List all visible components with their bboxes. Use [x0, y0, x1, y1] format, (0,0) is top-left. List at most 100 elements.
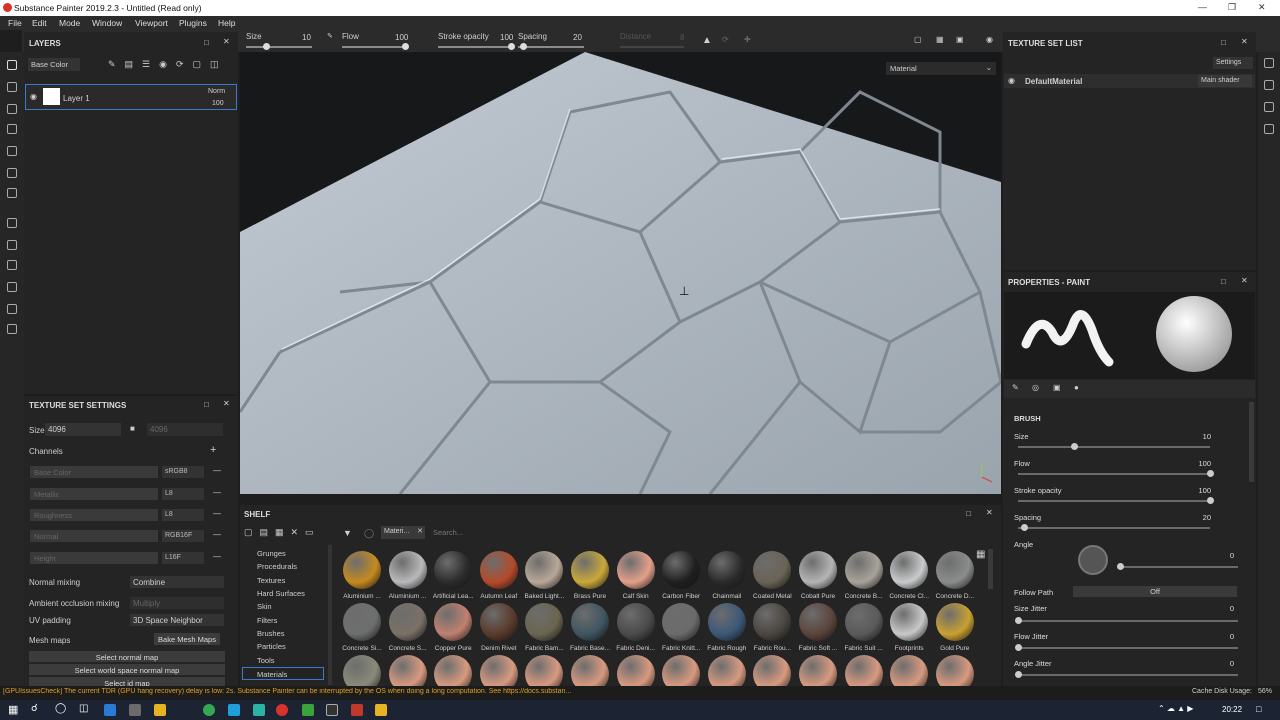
shelf-category-selected[interactable]: Materials	[242, 667, 324, 680]
toolbar-stroke-value[interactable]: 100	[500, 33, 513, 42]
menu-mode[interactable]: Mode	[59, 18, 80, 28]
flow-slider[interactable]	[342, 46, 408, 48]
channel-format[interactable]: sRGB8	[162, 466, 204, 478]
material-thumbnail[interactable]	[844, 603, 883, 641]
material-thumbnail[interactable]	[753, 655, 792, 686]
lazy-mouse-icon[interactable]: ⟳	[722, 35, 729, 44]
channel-format[interactable]: RGB16F	[162, 530, 204, 542]
material-thumbnail[interactable]	[434, 655, 473, 686]
prop-stroke-value[interactable]: 100	[1181, 486, 1211, 495]
material-thumbnail[interactable]	[388, 655, 427, 686]
maximize-icon[interactable]: ❐	[1228, 2, 1236, 13]
size-slider[interactable]	[246, 46, 312, 48]
folder-icon[interactable]	[375, 704, 387, 716]
tray-icons[interactable]: ⌃ ☁ ▲ ▶	[1158, 704, 1193, 713]
prop-stroke-handle[interactable]	[1207, 497, 1214, 504]
prop-spacing-handle[interactable]	[1021, 524, 1028, 531]
channel-format[interactable]: L8	[162, 488, 204, 500]
shelf-category[interactable]: Filters	[257, 616, 277, 625]
prop-flow-jitter-value[interactable]: 0	[1204, 632, 1234, 641]
material-thumbnail[interactable]	[662, 655, 701, 686]
material-thumbnail[interactable]	[799, 655, 837, 686]
export-icon[interactable]	[7, 304, 17, 314]
spacing-slider-handle[interactable]	[520, 43, 527, 50]
material-thumbnail[interactable]	[343, 603, 381, 641]
shelf-close-icon[interactable]: ✕	[986, 508, 993, 517]
stroke-opacity-slider[interactable]	[438, 46, 512, 48]
edge-icon[interactable]	[104, 704, 116, 716]
notifications-icon[interactable]: □	[1256, 704, 1261, 714]
plugin-icon[interactable]	[7, 260, 17, 270]
menu-window[interactable]: Window	[92, 18, 122, 28]
prop-flow-slider[interactable]	[1018, 473, 1210, 475]
shelf-category[interactable]: Procedurals	[257, 562, 297, 571]
visibility-eye-icon[interactable]: ◉	[30, 92, 37, 101]
search-icon[interactable]: ☌	[31, 703, 38, 714]
size-slider-handle[interactable]	[263, 43, 270, 50]
material-thumbnail[interactable]	[662, 551, 701, 589]
props-close-icon[interactable]: ✕	[1241, 276, 1248, 285]
menu-help[interactable]: Help	[218, 18, 235, 28]
add-channel-icon[interactable]: +	[210, 444, 216, 456]
smudge-tool-icon[interactable]	[7, 146, 17, 156]
menu-file[interactable]: File	[8, 18, 22, 28]
tsl-close-icon[interactable]: ✕	[1241, 37, 1248, 46]
material-thumbnail[interactable]	[662, 603, 701, 641]
clone-tool-icon[interactable]	[7, 168, 17, 178]
tab-alpha-icon[interactable]: ◎	[1032, 383, 1039, 392]
material-thumbnail[interactable]	[525, 655, 564, 686]
material-thumbnail[interactable]	[935, 551, 974, 589]
ao-mixing-select[interactable]: Multiply	[130, 597, 224, 609]
layers-float-icon[interactable]: □	[204, 38, 209, 47]
material-thumbnail[interactable]	[571, 655, 609, 686]
prop-flow-value[interactable]: 100	[1181, 459, 1211, 468]
viewport-mode-select[interactable]: Material ⌄	[886, 62, 996, 75]
material-thumbnail[interactable]	[571, 551, 609, 589]
shelf-scrollbar[interactable]	[988, 549, 993, 589]
transform-icon[interactable]: ✚	[744, 35, 751, 44]
brush-icon[interactable]: ✎	[327, 32, 333, 40]
tab-stencil-icon[interactable]: ▣	[1053, 383, 1061, 392]
symmetry-icon[interactable]: ▲	[702, 35, 712, 46]
shelf-float-icon[interactable]: □	[966, 509, 971, 518]
category-scrollbar[interactable]	[328, 545, 332, 685]
color-picker-icon[interactable]	[7, 188, 17, 198]
tab-material-icon[interactable]: ●	[1074, 383, 1079, 392]
remove-channel-icon[interactable]: —	[213, 530, 221, 539]
remove-channel-icon[interactable]: —	[213, 488, 221, 497]
shelf-category[interactable]: Grunges	[257, 549, 286, 558]
shelf-tool-icons[interactable]: ▢▤▦✕▭	[244, 527, 321, 538]
app-icon[interactable]	[351, 704, 363, 716]
explorer-icon[interactable]	[154, 704, 166, 716]
shader-select[interactable]: Main shader	[1198, 75, 1252, 87]
cortana-icon[interactable]: ◯	[55, 703, 66, 714]
remove-channel-icon[interactable]: —	[213, 466, 221, 475]
prop-angle-slider[interactable]	[1120, 566, 1238, 568]
minimize-icon[interactable]: —	[1198, 2, 1207, 12]
prop-size-jitter-slider[interactable]	[1018, 620, 1238, 622]
shelf-category[interactable]: Particles	[257, 642, 286, 651]
channel-format[interactable]: L8	[162, 509, 204, 521]
substance-painter-taskbar-icon[interactable]	[276, 704, 288, 716]
props-float-icon[interactable]: □	[1221, 277, 1226, 286]
task-view-icon[interactable]: ◫	[79, 703, 88, 714]
layers-close-icon[interactable]: ✕	[223, 37, 230, 46]
log-panel-icon[interactable]	[1264, 124, 1274, 134]
display-settings-icon[interactable]	[1264, 80, 1274, 90]
toolbar-spacing-value[interactable]: 20	[573, 33, 582, 42]
material-thumbnail[interactable]	[616, 603, 655, 641]
material-thumbnail[interactable]	[571, 603, 609, 641]
eraser-tool-icon[interactable]	[7, 82, 17, 92]
link-icon[interactable]: ◯	[364, 528, 374, 539]
projection-tool-icon[interactable]	[7, 104, 17, 114]
layer-row[interactable]: ◉ Layer 1 Norm 100	[25, 84, 237, 110]
prop-angle-jitter-handle[interactable]	[1015, 671, 1022, 678]
properties-scrollbar[interactable]	[1249, 402, 1254, 482]
layer-name[interactable]: Layer 1	[63, 94, 90, 103]
prop-angle-jitter-value[interactable]: 0	[1204, 659, 1234, 668]
tss-close-icon[interactable]: ✕	[223, 399, 230, 408]
viewport-2d-icon[interactable]: ▢	[914, 35, 922, 44]
material-thumbnail[interactable]	[707, 551, 746, 589]
shelf-category[interactable]: Hard Surfaces	[257, 589, 305, 598]
tsl-settings-button[interactable]: Settings	[1213, 57, 1253, 69]
